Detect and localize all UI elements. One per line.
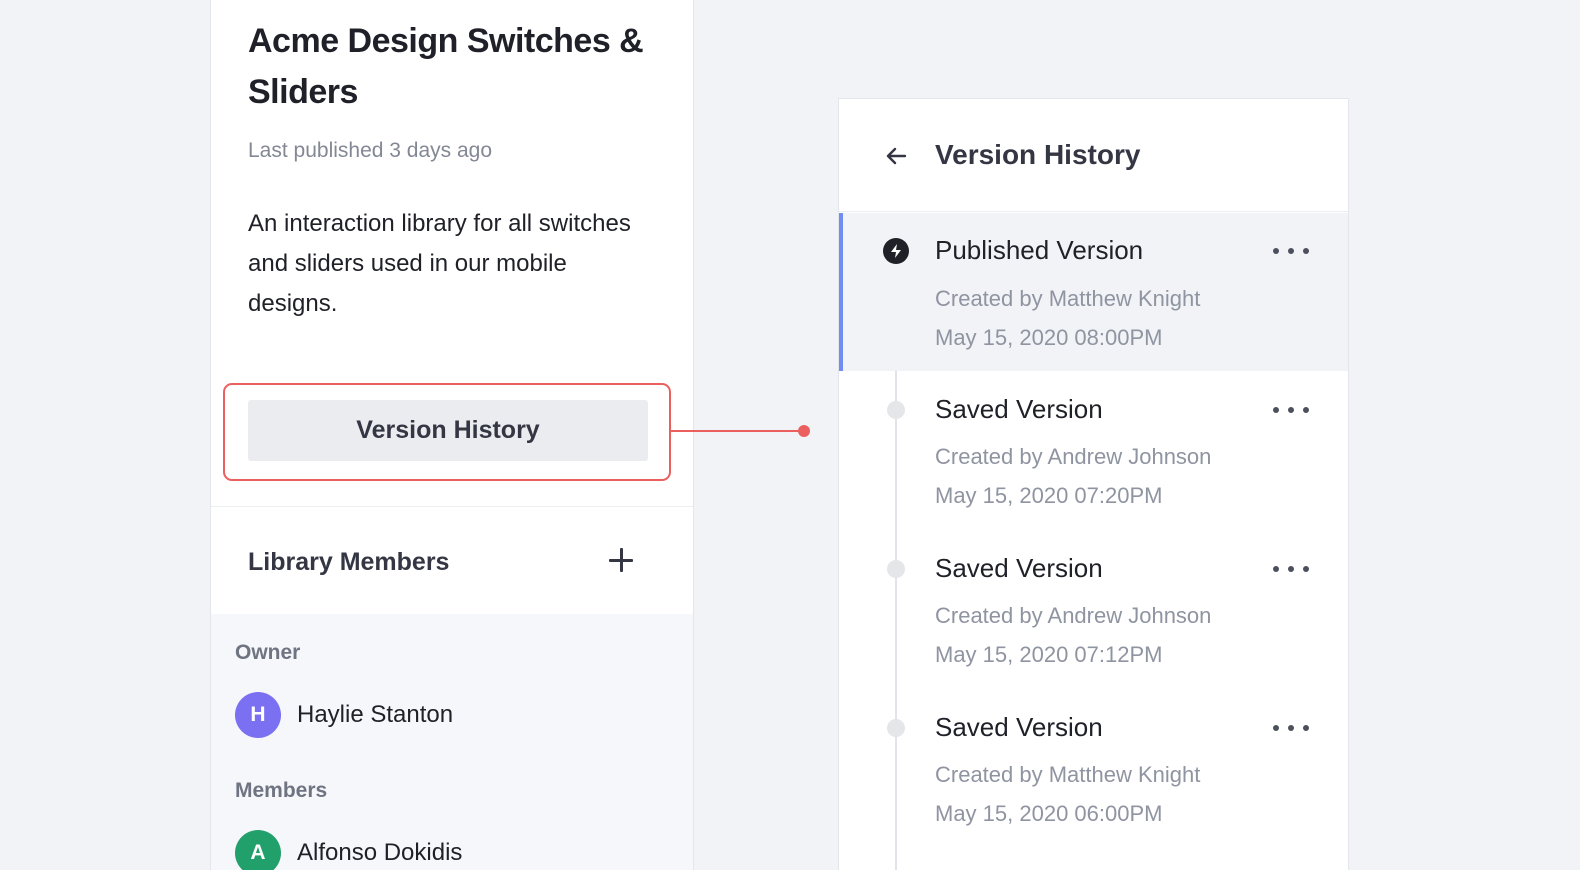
- version-title: Published Version: [935, 235, 1144, 265]
- version-entry-published[interactable]: Published Version Created by Matthew Kni…: [839, 213, 1348, 371]
- members-section-label: Members: [235, 779, 328, 802]
- member-name: Haylie Stanton: [297, 701, 454, 728]
- more-options-button[interactable]: [1273, 400, 1309, 420]
- timeline-dot: [887, 560, 905, 578]
- connector-line: [670, 430, 804, 432]
- version-history-panel: Version History Published Version Create…: [838, 98, 1349, 870]
- more-horizontal-icon: [1273, 407, 1279, 413]
- version-entry[interactable]: Saved Version Created by Andrew Johnson …: [839, 371, 1348, 529]
- library-members-list: Owner H Haylie Stanton Members A Alfonso…: [211, 614, 693, 870]
- timeline-dot: [887, 401, 905, 419]
- more-horizontal-icon: [1273, 566, 1279, 572]
- library-description: An interaction library for all switches …: [248, 210, 631, 317]
- version-entry[interactable]: Saved Version Created by Andrew Johnson …: [839, 530, 1348, 688]
- more-options-button[interactable]: [1273, 559, 1309, 579]
- member-name: Alfonso Dokidis: [297, 839, 463, 866]
- add-member-button[interactable]: [605, 544, 637, 576]
- version-author: Created by Andrew Johnson: [935, 444, 1212, 469]
- member-row[interactable]: A Alfonso Dokidis: [235, 830, 462, 870]
- version-date: May 15, 2020 08:00PM: [935, 325, 1163, 350]
- back-button[interactable]: [881, 141, 911, 171]
- more-options-button[interactable]: [1273, 718, 1309, 738]
- more-horizontal-icon: [1273, 725, 1279, 731]
- version-entry[interactable]: Saved Version Created by Matthew Knight …: [839, 689, 1348, 847]
- more-options-button[interactable]: [1273, 241, 1309, 261]
- version-history-button[interactable]: Version History: [248, 400, 648, 461]
- version-history-header: Version History: [839, 99, 1348, 212]
- timeline-dot: [887, 719, 905, 737]
- version-author: Created by Matthew Knight: [935, 286, 1201, 311]
- avatar: H: [235, 692, 281, 738]
- version-history-title: Version History: [935, 139, 1141, 170]
- library-title: Acme Design Switches & Sliders: [248, 22, 644, 111]
- library-members-header: Library Members: [211, 507, 693, 614]
- more-horizontal-icon: [1273, 248, 1279, 254]
- arrow-left-icon: [886, 147, 907, 165]
- library-details-panel: Acme Design Switches & Sliders Last publ…: [210, 0, 694, 870]
- version-title: Saved Version: [935, 394, 1103, 424]
- version-date: May 15, 2020 06:00PM: [935, 801, 1163, 826]
- version-author: Created by Matthew Knight: [935, 762, 1201, 787]
- connector-dot: [798, 425, 810, 437]
- library-members-title: Library Members: [248, 548, 450, 576]
- version-date: May 15, 2020 07:12PM: [935, 642, 1163, 667]
- last-published-text: Last published 3 days ago: [248, 139, 493, 162]
- version-title: Saved Version: [935, 712, 1103, 742]
- owner-section-label: Owner: [235, 641, 301, 664]
- lightning-icon: [883, 238, 909, 264]
- avatar: A: [235, 830, 281, 870]
- version-title: Saved Version: [935, 553, 1103, 583]
- owner-member-row[interactable]: H Haylie Stanton: [235, 692, 453, 738]
- version-date: May 15, 2020 07:20PM: [935, 483, 1163, 508]
- version-author: Created by Andrew Johnson: [935, 603, 1212, 628]
